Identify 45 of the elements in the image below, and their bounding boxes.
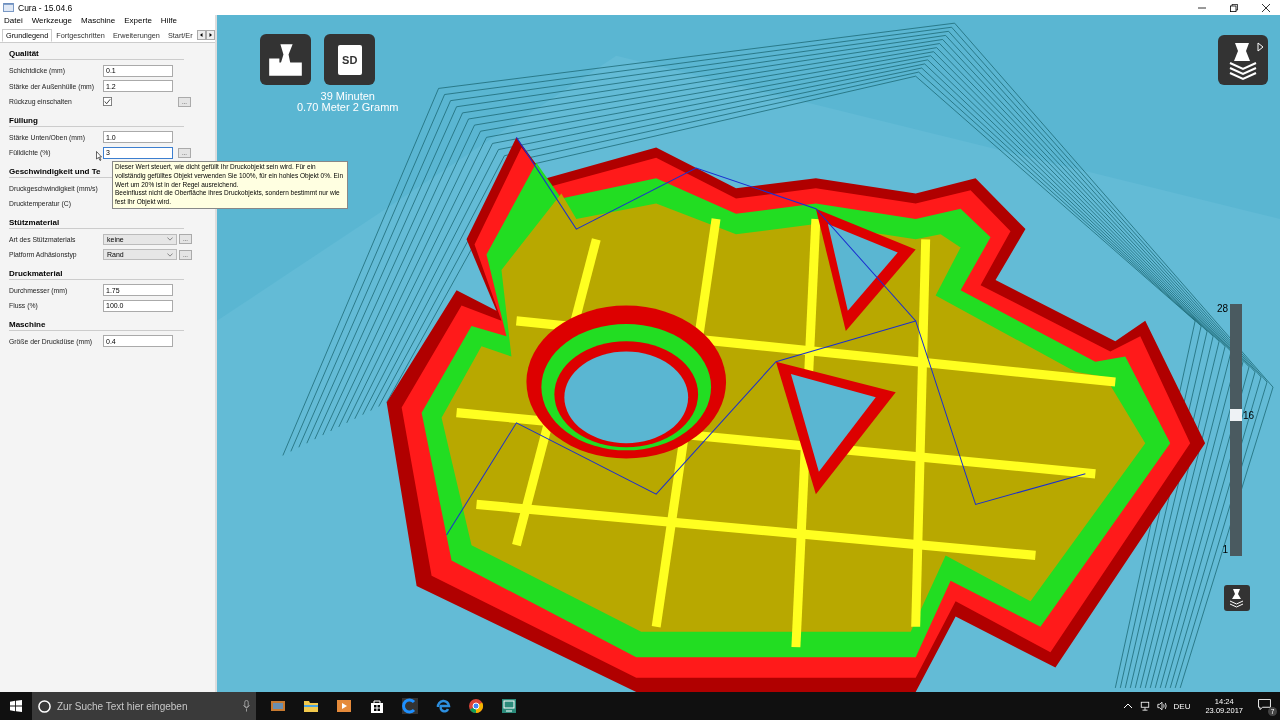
menu-item[interactable]: Werkzeuge [31,16,72,27]
keyboard-language[interactable]: DEU [1173,701,1191,711]
scroll-right-icon[interactable] [206,30,215,40]
menu-item[interactable]: Datei [4,16,23,27]
layer-current-label: 16 [1243,409,1255,421]
material-usage: 0.70 Meter 2 Gramm [297,102,399,113]
search-box[interactable]: Zur Suche Text hier eingeben [32,692,256,720]
close-icon[interactable] [1262,3,1270,12]
film-app-icon[interactable] [270,698,286,714]
layer-min-label: 1 [1222,544,1228,555]
chevron-down-icon [167,252,173,257]
view-mode-icon[interactable] [1218,35,1268,85]
circle-icon [38,699,51,713]
restore-icon[interactable] [1230,3,1238,12]
scroll-left-icon[interactable] [197,30,206,40]
windows-start-icon[interactable] [10,700,22,712]
microphone-icon[interactable] [243,700,250,712]
speaker-icon[interactable] [1156,701,1167,711]
mouse-cursor-icon [96,151,102,161]
section-heading: Druckmaterial [9,266,184,280]
sd-card-button[interactable]: SD [324,34,376,85]
chrome-browser-icon[interactable] [468,698,484,714]
caret-up-icon[interactable] [1122,701,1133,711]
folder-icon[interactable] [303,698,319,714]
window-title: Cura - 15.04.6 [18,2,74,13]
layer-slider-handle[interactable] [1230,408,1242,421]
section-heading: Stützmaterial [9,215,184,229]
menu-item[interactable]: Hilfe [160,16,177,27]
print-time: 39 Minuten [320,91,375,102]
edge-browser-icon[interactable] [435,698,451,714]
layer-view-icon[interactable] [1224,585,1250,611]
section-heading: Maschine [9,317,184,331]
layer-max-label: 28 [1216,303,1228,314]
network-icon[interactable] [1139,701,1150,711]
menu-item[interactable]: Experte [124,16,152,27]
app-icon [3,3,14,12]
section-heading: Füllung [9,113,184,127]
media-player-icon[interactable] [336,698,352,714]
monitor-app-icon[interactable] [501,698,517,714]
section-heading: Qualität [9,47,184,60]
checkbox[interactable] [103,97,112,107]
search-field[interactable]: Zur Suche Text hier eingeben [55,699,239,713]
menu-item[interactable]: Maschine [81,16,116,27]
chevron-down-icon [167,237,173,242]
store-bag-icon[interactable] [369,698,385,714]
